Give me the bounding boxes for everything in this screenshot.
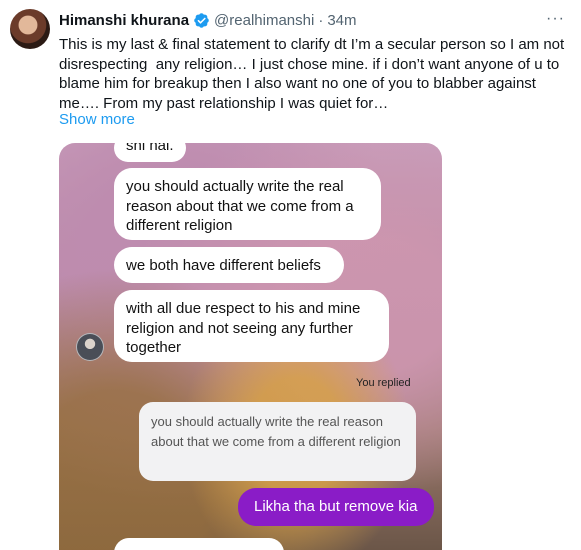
author-avatar[interactable] — [10, 9, 50, 49]
tweet-text: This is my last & final statement to cla… — [59, 36, 569, 112]
my-reply-message: Likha tha but remove kia — [238, 488, 434, 526]
chat-message-received: with all due respect to his and mine rel… — [114, 290, 389, 362]
tweet-timestamp[interactable]: 34m — [327, 12, 356, 29]
separator-dot: · — [318, 11, 324, 29]
show-more-link[interactable]: Show more — [59, 111, 135, 128]
you-replied-label: You replied — [356, 377, 411, 389]
chat-message-received-partial — [114, 538, 284, 550]
quoted-reply-message: you should actually write the real reaso… — [139, 402, 416, 481]
sender-avatar — [76, 333, 104, 361]
author-name[interactable]: Himanshi khurana — [59, 12, 189, 29]
chat-message-received: shi hai. — [114, 143, 186, 162]
more-dots-icon[interactable]: ··· — [546, 10, 565, 28]
chat-message-received: you should actually write the real reaso… — [114, 168, 381, 240]
author-handle[interactable]: @realhimanshi — [214, 12, 314, 29]
tweet-media-image[interactable]: shi hai. you should actually write the r… — [59, 143, 442, 550]
chat-message-received: we both have different beliefs — [114, 247, 344, 283]
tweet-header: Himanshi khurana @realhimanshi · 34m — [59, 10, 357, 30]
verified-badge-icon — [194, 12, 209, 28]
